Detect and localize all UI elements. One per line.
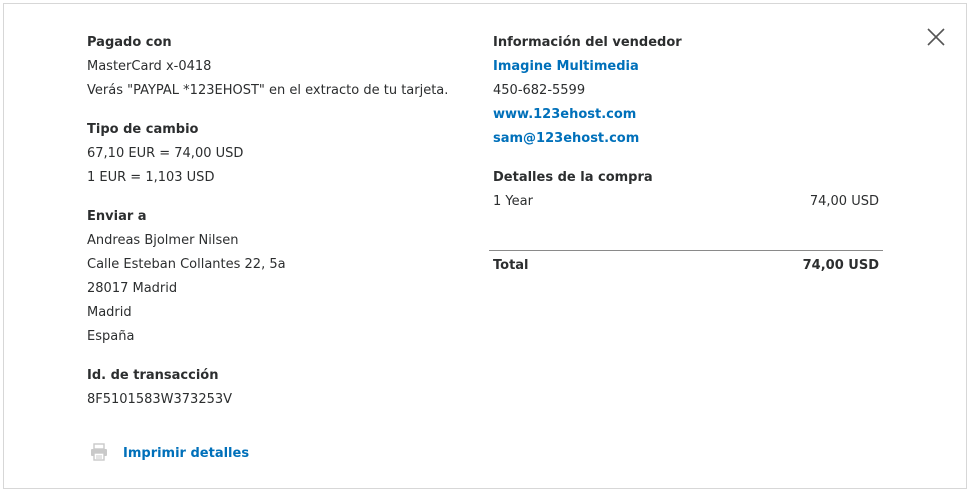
seller-website-link[interactable]: www.123ehost.com xyxy=(493,107,636,123)
ship-to-line: 28017 Madrid xyxy=(87,281,178,296)
close-icon xyxy=(927,28,945,46)
transaction-id-value: 8F5101583W373253V xyxy=(87,392,233,407)
exchange-rate-line: 67,10 EUR = 74,00 USD xyxy=(87,146,244,161)
transaction-id-label: Id. de transacción xyxy=(87,368,219,383)
seller-name-link[interactable]: Imagine Multimedia xyxy=(493,59,639,75)
seller-info-label: Información del vendedor xyxy=(493,35,682,50)
purchase-item-name: 1 Year xyxy=(493,194,533,209)
exchange-rate-line: 1 EUR = 1,103 USD xyxy=(87,170,215,185)
print-details-link[interactable]: Imprimir detalles xyxy=(123,446,249,462)
card-info: MasterCard x-0418 xyxy=(87,59,212,74)
ship-to-line: Calle Esteban Collantes 22, 5a xyxy=(87,257,286,272)
total-label: Total xyxy=(493,258,529,273)
exchange-rate-label: Tipo de cambio xyxy=(87,122,199,137)
ship-to-label: Enviar a xyxy=(87,209,147,224)
paid-with-label: Pagado con xyxy=(87,35,172,50)
purchase-item-amount: 74,00 USD xyxy=(809,194,879,209)
close-button[interactable] xyxy=(926,27,946,47)
ship-to-line: Madrid xyxy=(87,305,132,320)
printer-icon[interactable] xyxy=(90,443,108,461)
total-amount: 74,00 USD xyxy=(802,258,879,273)
ship-to-line: Andreas Bjolmer Nilsen xyxy=(87,233,239,248)
ship-to-line: España xyxy=(87,329,135,344)
seller-phone: 450-682-5599 xyxy=(493,83,586,98)
statement-note: Verás "PAYPAL *123EHOST" en el extracto … xyxy=(87,83,449,98)
total-divider xyxy=(489,250,883,251)
purchase-details-label: Detalles de la compra xyxy=(493,170,653,185)
seller-email-link[interactable]: sam@123ehost.com xyxy=(493,131,639,147)
